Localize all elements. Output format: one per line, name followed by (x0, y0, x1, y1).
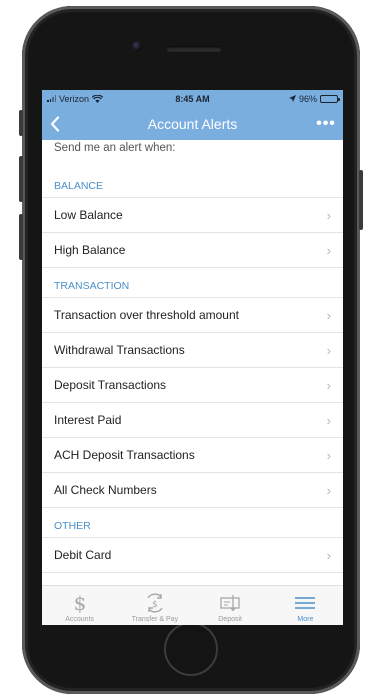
alerts-list: Send me an alert when: BALANCE Low Balanc… (42, 140, 343, 573)
tab-bar: $ Accounts $ Transfer & Pay Deposit More (42, 585, 343, 625)
screen: Verizon 8:45 AM 96% Account Alerts ••• S… (42, 90, 343, 625)
alert-row-label: Transaction over threshold amount (54, 308, 239, 322)
dollar-icon: $ (70, 591, 90, 615)
section-header: TRANSACTION (42, 268, 343, 298)
tab-transfer-pay[interactable]: $ Transfer & Pay (117, 586, 192, 625)
menu-icon (294, 591, 316, 615)
chevron-right-icon: › (326, 447, 331, 463)
alert-row-label: Deposit Transactions (54, 378, 167, 392)
alert-row-label: All Check Numbers (54, 483, 157, 497)
status-bar: Verizon 8:45 AM 96% (42, 90, 343, 107)
alert-row[interactable]: All Check Numbers › (42, 473, 343, 508)
transfer-icon: $ (143, 591, 167, 615)
tab-deposit[interactable]: Deposit (193, 586, 268, 625)
section-header: BALANCE (42, 168, 343, 198)
chevron-right-icon: › (326, 307, 331, 323)
wifi-icon (92, 94, 104, 103)
alert-row[interactable]: Withdrawal Transactions › (42, 333, 343, 368)
chevron-right-icon: › (326, 547, 331, 563)
chevron-right-icon: › (326, 412, 331, 428)
alert-row-label: Withdrawal Transactions (54, 343, 185, 357)
chevron-right-icon: › (326, 482, 331, 498)
tab-label-accounts: Accounts (65, 616, 95, 623)
navigation-bar: Account Alerts ••• (42, 107, 343, 140)
alert-row-label: Low Balance (54, 208, 123, 222)
chevron-right-icon: › (326, 242, 331, 258)
intro-text: Send me an alert when: (54, 142, 176, 154)
alert-row-label: Debit Card (54, 548, 112, 562)
earpiece-speaker (166, 46, 222, 52)
alert-row[interactable]: Transaction over threshold amount › (42, 298, 343, 333)
power-button (359, 170, 363, 230)
back-button[interactable] (42, 107, 68, 140)
svg-text:$: $ (152, 600, 158, 610)
tab-label-more: More (297, 616, 314, 623)
battery-icon (320, 94, 340, 103)
alert-row[interactable]: High Balance › (42, 233, 343, 268)
tab-accounts[interactable]: $ Accounts (42, 586, 117, 625)
signal-icon (47, 95, 56, 102)
battery-percent: 96% (298, 93, 317, 104)
alert-row[interactable]: Debit Card › (42, 538, 343, 573)
location-arrow-icon (288, 95, 296, 102)
more-options-button[interactable]: ••• (309, 107, 343, 140)
alert-row-label: High Balance (54, 243, 126, 257)
alert-row[interactable]: ACH Deposit Transactions › (42, 438, 343, 473)
alert-row[interactable]: Low Balance › (42, 198, 343, 233)
mute-switch (19, 110, 23, 136)
alert-row[interactable]: Interest Paid › (42, 403, 343, 438)
chevron-right-icon: › (326, 207, 331, 223)
volume-down-button (19, 214, 23, 260)
alert-row-label: ACH Deposit Transactions (54, 448, 195, 462)
tab-label-deposit: Deposit (218, 616, 242, 623)
home-button[interactable] (164, 622, 218, 676)
tab-more[interactable]: More (268, 586, 343, 625)
chevron-right-icon: › (326, 342, 331, 358)
alert-row-label: Interest Paid (54, 413, 122, 427)
back-chevron-icon (50, 115, 60, 132)
carrier-label: Verizon (59, 93, 90, 104)
check-deposit-icon (218, 591, 242, 615)
front-camera (132, 41, 142, 51)
tab-label-transfer-pay: Transfer & Pay (131, 616, 179, 623)
section-header: OTHER (42, 508, 343, 538)
svg-text:$: $ (73, 592, 86, 614)
chevron-right-icon: › (326, 377, 331, 393)
alert-row[interactable]: Deposit Transactions › (42, 368, 343, 403)
volume-up-button (19, 156, 23, 202)
page-title: Account Alerts (147, 115, 238, 132)
